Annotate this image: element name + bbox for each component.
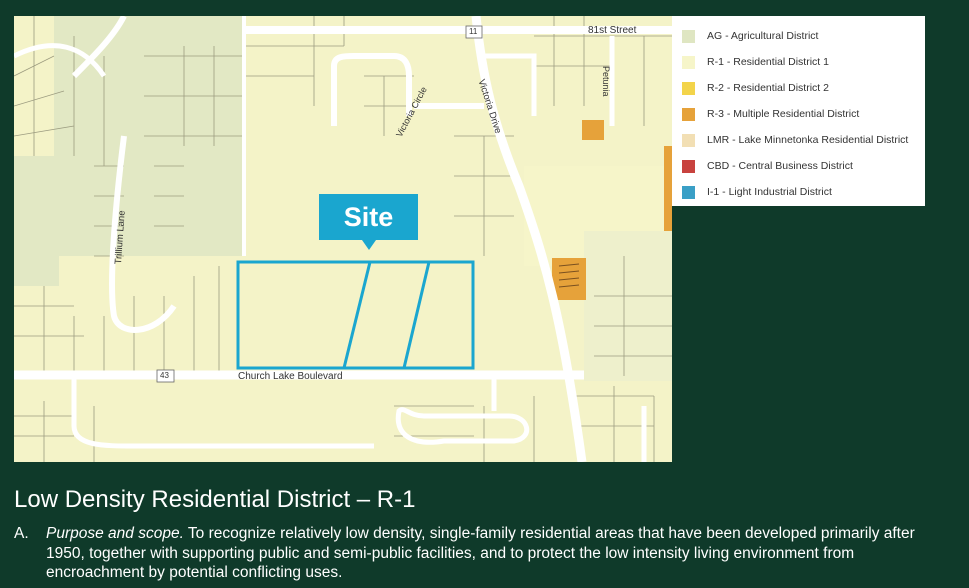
list-marker: A. [14, 525, 29, 542]
legend-swatch [682, 107, 695, 121]
legend-item: LMR - Lake Minnetonka Residential Distri… [682, 127, 915, 153]
legend-swatch [682, 81, 695, 95]
site-parcel-divider [342, 261, 372, 369]
legend-item: R-1 - Residential District 1 [682, 49, 915, 75]
legend-item: AG - Agricultural District [682, 23, 915, 49]
legend-label: CBD - Central Business District [707, 160, 853, 172]
legend-label: R-3 - Multiple Residential District [707, 108, 860, 120]
route-11-shield [465, 25, 483, 39]
legend-label: LMR - Lake Minnetonka Residential Distri… [707, 134, 909, 146]
lions-park-area [584, 231, 672, 381]
r3-parcel [582, 120, 604, 140]
legend-label: R-1 - Residential District 1 [707, 56, 829, 68]
zoning-legend: AG - Agricultural District R-1 - Resident… [672, 16, 925, 206]
route-43-shield [156, 369, 175, 383]
legend-swatch [682, 133, 695, 147]
site-outline [236, 260, 475, 370]
purpose-body: Purpose and scope. To recognize relative… [46, 524, 954, 583]
legend-swatch [682, 159, 695, 173]
park-area [14, 156, 59, 286]
legend-swatch [682, 55, 695, 69]
purpose-title: Purpose and scope. [46, 525, 184, 542]
legend-item: R-3 - Multiple Residential District [682, 101, 915, 127]
road-victoria-circle [331, 53, 412, 126]
legend-item: I-1 - Light Industrial District [682, 179, 915, 205]
r3-parcel [664, 146, 672, 231]
legend-item: CBD - Central Business District [682, 153, 915, 179]
site-callout: Site [319, 194, 418, 250]
legend-label: R-2 - Residential District 2 [707, 82, 829, 94]
purpose-paragraph: A. Purpose and scope. To recognize relat… [14, 524, 954, 583]
legend-label: AG - Agricultural District [707, 30, 819, 42]
legend-swatch [682, 29, 695, 43]
legend-swatch [682, 185, 695, 199]
legend-item: R-2 - Residential District 2 [682, 75, 915, 101]
section-heading: Low Density Residential District – R-1 [14, 486, 416, 513]
legend-label: I-1 - Light Industrial District [707, 186, 832, 198]
site-parcel-divider [402, 261, 431, 369]
